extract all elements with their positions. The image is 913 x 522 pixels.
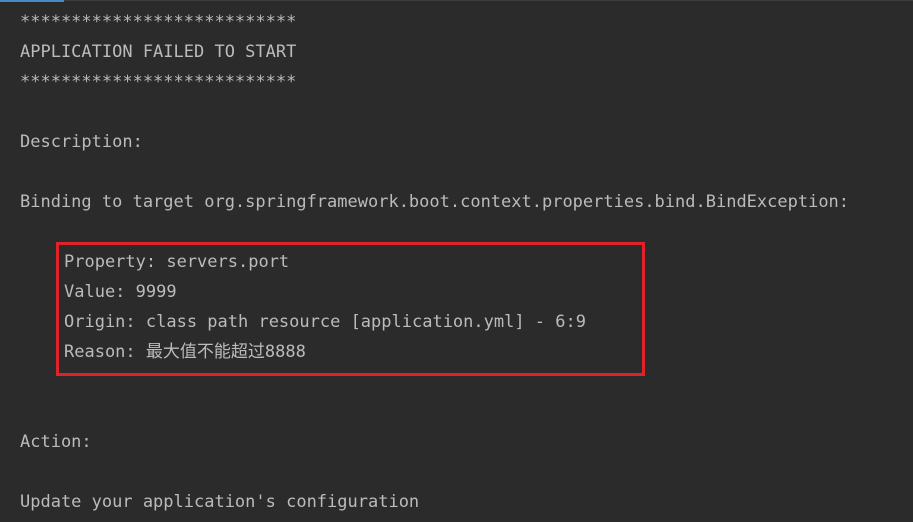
- reason-line: Reason: 最大值不能超过8888: [64, 342, 306, 362]
- banner-top: ***************************: [20, 12, 297, 32]
- binding-target-line: Binding to target org.springframework.bo…: [20, 192, 850, 212]
- property-line: Property: servers.port: [64, 252, 290, 272]
- action-text: Update your application's configuration: [20, 492, 420, 512]
- description-header: Description:: [20, 132, 143, 152]
- action-header: Action:: [20, 432, 92, 452]
- tab-accent: [0, 0, 64, 2]
- console-output[interactable]: *************************** APPLICATION …: [0, 0, 913, 522]
- banner-bottom: ***************************: [20, 72, 297, 92]
- error-title: APPLICATION FAILED TO START: [20, 42, 297, 62]
- value-line: Value: 9999: [64, 282, 177, 302]
- top-border: [64, 0, 913, 1]
- origin-line: Origin: class path resource [application…: [64, 312, 586, 332]
